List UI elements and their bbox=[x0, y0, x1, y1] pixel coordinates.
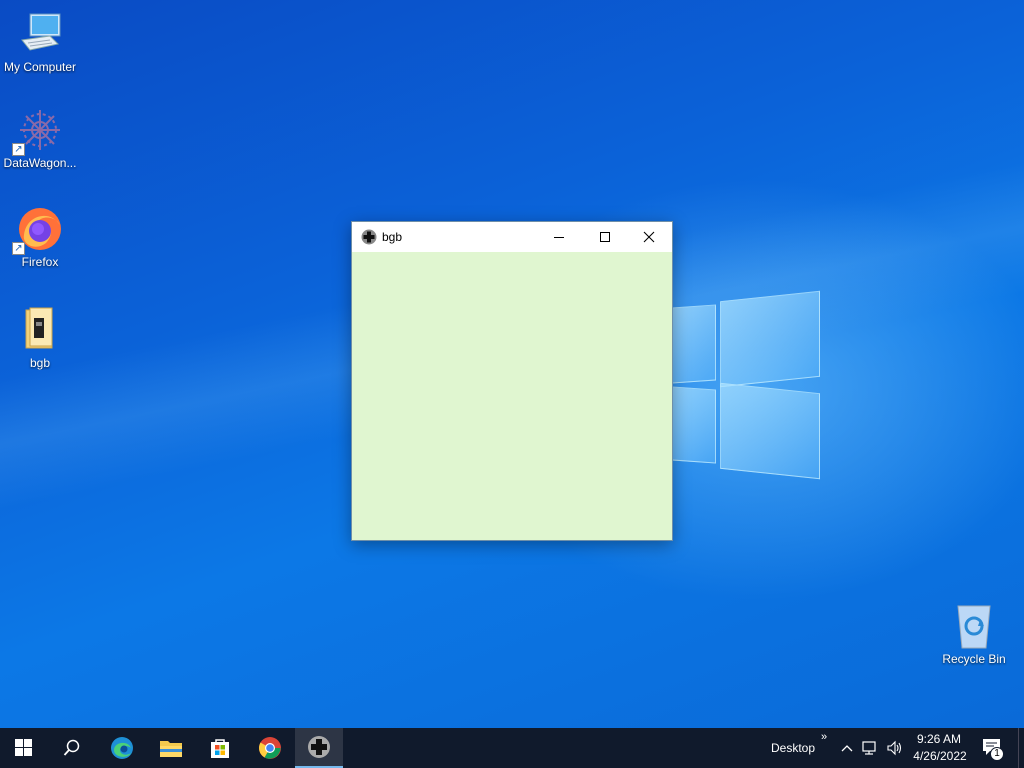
search-button[interactable] bbox=[48, 728, 96, 768]
desktop-icon-label: Firefox bbox=[21, 255, 59, 269]
taskbar-file-explorer[interactable] bbox=[147, 728, 195, 768]
shortcut-arrow-icon: ↗ bbox=[12, 242, 25, 255]
taskbar: Desktop » 9:26 AM 4/26/2022 1 bbox=[0, 728, 1024, 768]
datawagon-icon: ↗ bbox=[12, 106, 64, 156]
folder-icon bbox=[16, 306, 64, 354]
toolbar-overflow-chevrons[interactable]: » bbox=[821, 731, 827, 743]
search-icon bbox=[63, 739, 80, 756]
desktop-icon-datawagon[interactable]: ↗ DataWagon... bbox=[0, 106, 80, 170]
clock-time[interactable]: 9:26 AM bbox=[916, 732, 962, 746]
taskbar-edge[interactable] bbox=[98, 728, 146, 768]
dpad-icon bbox=[361, 229, 377, 245]
network-icon[interactable] bbox=[862, 741, 880, 755]
desktop: My Computer ↗ DataWagon... ↗ Firefox bgb… bbox=[0, 0, 1024, 728]
chrome-icon bbox=[259, 737, 281, 759]
computer-icon bbox=[16, 10, 64, 58]
firefox-icon: ↗ bbox=[12, 205, 64, 255]
taskbar-chrome[interactable] bbox=[246, 728, 294, 768]
show-desktop-button[interactable] bbox=[1018, 728, 1024, 768]
close-icon bbox=[643, 231, 655, 243]
bgb-icon bbox=[308, 736, 330, 758]
maximize-icon bbox=[600, 232, 610, 242]
volume-icon[interactable] bbox=[886, 740, 904, 756]
file-explorer-icon bbox=[160, 741, 182, 757]
recycle-bin-icon bbox=[950, 602, 998, 650]
show-hidden-icons-chevron-icon[interactable] bbox=[840, 742, 854, 754]
shortcut-arrow-icon: ↗ bbox=[12, 143, 25, 156]
minimize-icon bbox=[554, 237, 564, 238]
store-icon bbox=[211, 739, 229, 758]
taskbar-store[interactable] bbox=[196, 728, 244, 768]
clock-date[interactable]: 4/26/2022 bbox=[910, 749, 970, 763]
edge-icon bbox=[111, 737, 133, 759]
desktop-icon-bgb[interactable]: bgb bbox=[0, 306, 80, 370]
desktop-icon-label: Recycle Bin bbox=[942, 652, 1006, 666]
taskbar-bgb[interactable] bbox=[295, 728, 343, 768]
window-title: bgb bbox=[382, 230, 403, 244]
window-titlebar[interactable]: bgb bbox=[352, 222, 672, 252]
notification-badge: 1 bbox=[990, 747, 1004, 761]
action-center-button[interactable]: 1 bbox=[982, 738, 1006, 761]
desktop-toolbar-label[interactable]: Desktop bbox=[771, 741, 815, 755]
desktop-icon-recycle-bin[interactable]: Recycle Bin bbox=[934, 602, 1014, 666]
maximize-button[interactable] bbox=[582, 222, 628, 252]
desktop-icon-label: My Computer bbox=[3, 60, 77, 74]
close-button[interactable] bbox=[626, 222, 672, 252]
start-button[interactable] bbox=[0, 728, 48, 768]
bgb-window[interactable]: bgb bbox=[351, 221, 673, 541]
desktop-icon-my-computer[interactable]: My Computer bbox=[0, 10, 80, 74]
windows-logo-wallpaper bbox=[672, 290, 824, 480]
start-icon bbox=[15, 739, 32, 756]
minimize-button[interactable] bbox=[536, 222, 582, 252]
desktop-icon-label: bgb bbox=[29, 356, 51, 370]
desktop-icon-firefox[interactable]: ↗ Firefox bbox=[0, 205, 80, 269]
desktop-icon-label: DataWagon... bbox=[3, 156, 77, 170]
window-content[interactable] bbox=[352, 252, 672, 540]
